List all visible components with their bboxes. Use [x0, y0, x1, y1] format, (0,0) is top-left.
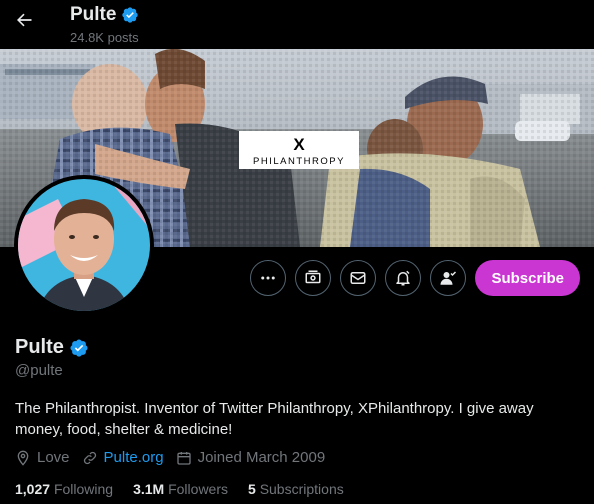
header-title: Pulte — [70, 4, 139, 26]
joined-date: Joined March 2009 — [176, 449, 326, 466]
posts-count: 24.8K posts — [70, 30, 139, 45]
profile-handle: @pulte — [15, 362, 63, 379]
following-stat[interactable]: 1,027 Following — [15, 481, 113, 497]
calendar-icon — [176, 451, 191, 465]
location: Love — [15, 449, 70, 466]
joined-text: Joined March 2009 — [197, 449, 326, 466]
avatar-image — [18, 179, 150, 311]
message-button[interactable] — [340, 260, 377, 296]
subscriptions-count: 5 — [248, 481, 256, 497]
tip-button[interactable] — [295, 260, 332, 296]
verified-badge-icon — [122, 7, 139, 23]
link-icon — [83, 451, 96, 464]
followers-label: Followers — [168, 481, 228, 497]
subscribe-button[interactable]: Subscribe — [475, 260, 580, 296]
subscriptions-stat[interactable]: 5 Subscriptions — [248, 481, 344, 497]
verified-badge-icon[interactable] — [69, 338, 89, 358]
person-check-icon — [440, 271, 457, 285]
notification-bell-icon — [396, 270, 411, 286]
subscriptions-label: Subscriptions — [259, 481, 344, 497]
back-button[interactable] — [10, 6, 38, 34]
followers-count: 3.1M — [133, 481, 165, 497]
profile-meta: Love Pulte.org Joined March 2009 — [15, 449, 325, 466]
top-bar: Pulte 24.8K posts — [0, 0, 594, 49]
banner-logo-mark: X — [293, 135, 305, 154]
more-icon — [261, 276, 276, 280]
notifications-button[interactable] — [385, 260, 422, 296]
more-button[interactable] — [250, 260, 287, 296]
location-text: Love — [37, 449, 70, 466]
profile-name-text: Pulte — [15, 336, 64, 358]
following-label: Following — [53, 481, 114, 497]
banner-logo-word: PHILANTHROPY — [253, 156, 345, 167]
avatar[interactable] — [14, 175, 154, 315]
header-name: Pulte — [70, 4, 117, 25]
profile-name: Pulte — [15, 336, 89, 359]
back-arrow-icon — [17, 13, 32, 27]
followers-stat[interactable]: 3.1M Followers — [133, 481, 228, 497]
profile-bio: The Philanthropist. Inventor of Twitter … — [15, 400, 534, 438]
profile-actions: Subscribe — [250, 260, 580, 296]
profile-stats: 1,027 Following 3.1M Followers 5 Subscri… — [15, 481, 344, 497]
website: Pulte.org — [82, 449, 164, 466]
location-icon — [17, 450, 29, 466]
following-count: 1,027 — [15, 481, 51, 497]
mail-icon — [350, 272, 366, 284]
following-button[interactable] — [430, 260, 467, 296]
website-link[interactable]: Pulte.org — [104, 449, 164, 466]
money-icon — [305, 270, 321, 284]
